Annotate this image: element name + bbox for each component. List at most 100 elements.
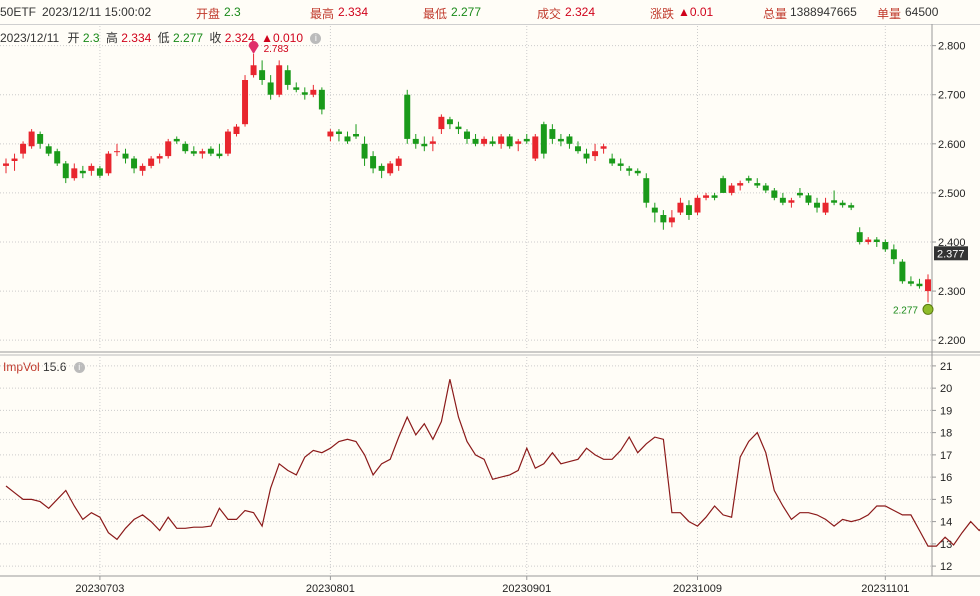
candle-body — [498, 136, 505, 144]
candle-body — [796, 192, 803, 196]
candle-body — [293, 87, 300, 90]
candle-body — [745, 178, 752, 181]
candle-body — [464, 131, 470, 139]
candle-body — [634, 170, 641, 174]
candle-body — [660, 215, 667, 223]
candle-body — [387, 163, 394, 174]
candle-body — [506, 136, 513, 147]
candle-body — [831, 200, 838, 203]
candle-body — [190, 151, 197, 154]
max-marker-label: 2.783 — [264, 44, 289, 55]
candle-body — [848, 205, 855, 208]
candle-body — [779, 197, 786, 203]
candle-body — [600, 146, 607, 149]
candle-body — [113, 151, 120, 153]
candle-body — [284, 70, 291, 85]
vol-tick-label: 19 — [940, 405, 952, 417]
x-tick-label: 20231009 — [673, 583, 722, 595]
candle-body — [199, 151, 206, 154]
candle-body — [318, 89, 325, 110]
candle-body — [873, 239, 880, 242]
candle-body — [421, 143, 428, 147]
candle-body — [703, 195, 710, 198]
candle-body — [566, 136, 573, 144]
x-tick-label: 20231101 — [861, 583, 909, 595]
candle-body — [250, 65, 257, 76]
candle-body — [882, 242, 889, 250]
candle-body — [720, 178, 727, 193]
candle-body — [335, 131, 342, 134]
candle-body — [344, 136, 351, 142]
candle-body — [925, 279, 931, 292]
candle-body — [839, 202, 846, 206]
candle-body — [728, 185, 735, 193]
candle-body — [685, 205, 692, 215]
candle-body — [814, 202, 821, 208]
candle-body — [88, 165, 95, 171]
candle-body — [515, 141, 522, 144]
candle-body — [310, 89, 317, 95]
candle-body — [276, 65, 283, 95]
vol-tick-label: 15 — [940, 494, 952, 506]
candle-body — [28, 131, 35, 147]
candle-body — [259, 70, 266, 80]
candle-body — [105, 153, 112, 174]
candle-body — [122, 153, 129, 159]
candle-body — [395, 158, 402, 166]
candle-body — [71, 168, 78, 179]
candle-body — [54, 151, 61, 164]
candle-body — [865, 239, 872, 242]
candle-body — [609, 158, 616, 164]
candle-body — [378, 165, 385, 171]
max-marker-icon — [248, 40, 259, 54]
candle-body — [890, 249, 897, 260]
candle-body — [429, 141, 436, 144]
candle-body — [481, 138, 488, 144]
candle-body — [489, 141, 496, 144]
candle-body — [822, 202, 829, 213]
candle-body — [549, 129, 556, 139]
candle-body — [438, 116, 445, 130]
candle-body — [532, 136, 539, 159]
candle-body — [472, 138, 479, 144]
candle-body — [762, 185, 769, 191]
candle-body — [523, 138, 530, 142]
candle-body — [327, 131, 334, 137]
min-marker-label: 2.277 — [893, 305, 918, 316]
candle-body — [856, 232, 863, 242]
candle-body — [899, 261, 906, 282]
price-tick-label: 2.300 — [938, 286, 966, 298]
candle-body — [455, 126, 462, 130]
x-tick-label: 20230703 — [75, 583, 124, 595]
candle-body — [583, 153, 590, 159]
candle-body — [643, 178, 650, 203]
vol-tick-label: 21 — [940, 361, 952, 373]
candle-body — [737, 183, 744, 186]
candle-body — [45, 146, 52, 154]
candle-body — [224, 131, 231, 154]
vol-tick-label: 16 — [940, 472, 952, 484]
candle-body — [446, 119, 453, 125]
chart-canvas[interactable]: 2.8002.7002.6002.5002.4002.3002.20020230… — [0, 0, 980, 596]
candle-body — [11, 158, 18, 161]
vol-tick-label: 20 — [940, 383, 952, 395]
impvol-line — [5, 379, 980, 547]
min-marker-icon — [922, 303, 934, 315]
candle-body — [148, 158, 155, 166]
candle-body — [540, 124, 547, 154]
candle-body — [156, 156, 163, 159]
candle-body — [771, 190, 778, 198]
candle-body — [916, 283, 923, 287]
vol-tick-label: 14 — [940, 517, 952, 529]
vol-tick-label: 18 — [940, 428, 952, 440]
candle-body — [139, 165, 146, 171]
candle-body — [131, 158, 138, 169]
candle-body — [805, 195, 812, 203]
price-tick-label: 2.500 — [938, 188, 966, 200]
candle-body — [361, 143, 368, 159]
candle-body — [557, 138, 564, 142]
candle-body — [207, 148, 214, 154]
candle-body — [173, 138, 180, 142]
candle-body — [668, 217, 675, 223]
candle-body — [20, 143, 27, 154]
